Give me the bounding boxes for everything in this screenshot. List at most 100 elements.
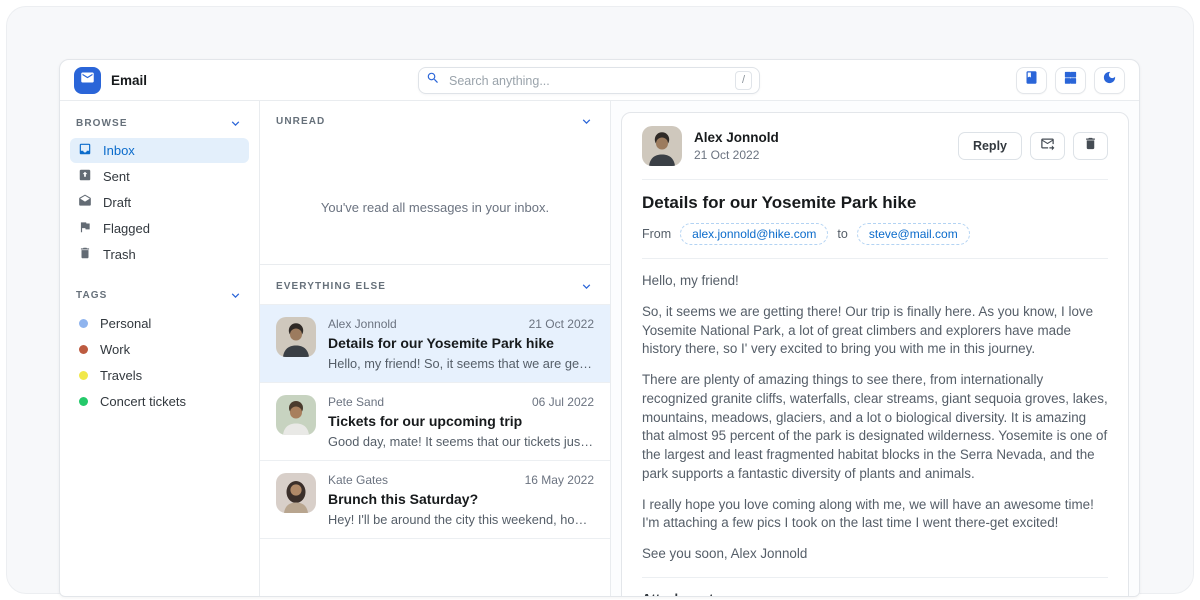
tags-section: TAGS Personal Work Travels bbox=[70, 283, 249, 414]
mail-list-item-pete[interactable]: Pete Sand 06 Jul 2022 Tickets for our up… bbox=[260, 383, 610, 461]
email-app-window: Email / bbox=[59, 59, 1140, 597]
tag-dot bbox=[79, 397, 88, 406]
mail-list-column: UNREAD You've read all messages in your … bbox=[260, 101, 611, 596]
book-button[interactable] bbox=[1016, 67, 1047, 94]
sidebar-item-flagged[interactable]: Flagged bbox=[70, 216, 249, 241]
mail-item-preview: Hello, my friend! So, it seems that we a… bbox=[328, 356, 594, 371]
tag-dot bbox=[79, 371, 88, 380]
email-app-logo bbox=[74, 67, 101, 94]
everything-else-header: EVERYTHING ELSE bbox=[260, 265, 610, 304]
email-paragraph: See you soon, Alex Jonnold bbox=[642, 545, 1108, 564]
everything-else-label: EVERYTHING ELSE bbox=[276, 281, 386, 292]
chevron-down-icon[interactable] bbox=[228, 116, 243, 131]
email-view-pane: Alex Jonnold 21 Oct 2022 Reply bbox=[611, 101, 1139, 596]
inbox-icon bbox=[78, 142, 92, 159]
mail-item-preview: Hey! I'll be around the city this weeken… bbox=[328, 512, 594, 527]
sender-name: Alex Jonnold bbox=[694, 130, 779, 145]
sidebar-item-inbox[interactable]: Inbox bbox=[70, 138, 249, 163]
avatar bbox=[642, 126, 682, 166]
sidebar-item-label: Sent bbox=[103, 169, 130, 184]
sidebar-item-draft[interactable]: Draft bbox=[70, 190, 249, 215]
dark-mode-toggle[interactable] bbox=[1094, 67, 1125, 94]
tag-item-work[interactable]: Work bbox=[70, 336, 249, 362]
divider bbox=[642, 577, 1108, 578]
apps-grid-icon bbox=[1063, 70, 1078, 90]
sidebar: BROWSE Inbox Sent bbox=[60, 101, 260, 596]
avatar bbox=[276, 395, 316, 435]
tag-item-travels[interactable]: Travels bbox=[70, 362, 249, 388]
unread-section: UNREAD You've read all messages in your … bbox=[260, 101, 610, 265]
dark-mode-icon bbox=[1102, 70, 1117, 90]
to-address-chip[interactable]: steve@mail.com bbox=[857, 223, 970, 245]
email-paragraph: I really hope you love coming along with… bbox=[642, 496, 1108, 534]
email-header: Alex Jonnold 21 Oct 2022 Reply bbox=[642, 126, 1108, 166]
mail-item-date: 16 May 2022 bbox=[525, 473, 594, 487]
sidebar-item-trash[interactable]: Trash bbox=[70, 242, 249, 267]
unread-section-header: UNREAD bbox=[260, 101, 610, 137]
mail-list-item-alex[interactable]: Alex Jonnold 21 Oct 2022 Details for our… bbox=[260, 304, 610, 383]
apps-grid-button[interactable] bbox=[1055, 67, 1086, 94]
tag-item-concert-tickets[interactable]: Concert tickets bbox=[70, 388, 249, 414]
email-subject: Details for our Yosemite Park hike bbox=[642, 193, 1108, 213]
from-address-chip[interactable]: alex.jonnold@hike.com bbox=[680, 223, 828, 245]
mail-item-preview: Good day, mate! It seems that our ticket… bbox=[328, 434, 594, 449]
divider bbox=[642, 258, 1108, 259]
top-actions bbox=[1016, 67, 1125, 94]
mail-item-title: Brunch this Saturday? bbox=[328, 491, 594, 507]
email-body: Hello, my friend! So, it seems we are ge… bbox=[642, 272, 1108, 564]
tag-label: Travels bbox=[100, 368, 142, 383]
delete-email-button[interactable] bbox=[1073, 132, 1108, 160]
mail-item-date: 21 Oct 2022 bbox=[529, 317, 594, 331]
tag-dot bbox=[79, 319, 88, 328]
sidebar-item-sent[interactable]: Sent bbox=[70, 164, 249, 189]
mail-item-sender: Alex Jonnold bbox=[328, 317, 397, 331]
mail-item-date: 06 Jul 2022 bbox=[532, 395, 594, 409]
chevron-down-icon[interactable] bbox=[579, 114, 594, 129]
reply-button[interactable]: Reply bbox=[958, 132, 1022, 160]
tag-item-personal[interactable]: Personal bbox=[70, 310, 249, 336]
book-icon bbox=[1024, 70, 1039, 90]
app-title: Email bbox=[111, 73, 147, 88]
search-bar[interactable]: / bbox=[418, 67, 760, 94]
mail-item-body: Alex Jonnold 21 Oct 2022 Details for our… bbox=[328, 317, 594, 371]
unread-empty-message: You've read all messages in your inbox. bbox=[260, 137, 610, 264]
envelope-icon bbox=[80, 70, 95, 90]
email-date: 21 Oct 2022 bbox=[694, 148, 779, 162]
unread-label: UNREAD bbox=[276, 116, 325, 127]
sidebar-item-label: Inbox bbox=[103, 143, 135, 158]
tags-label: TAGS bbox=[76, 290, 107, 301]
tag-label: Work bbox=[100, 342, 130, 357]
browse-label: BROWSE bbox=[76, 118, 128, 129]
mail-item-sender: Kate Gates bbox=[328, 473, 388, 487]
mail-item-body: Kate Gates 16 May 2022 Brunch this Satur… bbox=[328, 473, 594, 527]
search-icon bbox=[426, 71, 447, 90]
send-icon bbox=[78, 168, 92, 185]
divider bbox=[642, 179, 1108, 180]
flag-icon bbox=[78, 220, 92, 237]
avatar bbox=[276, 317, 316, 357]
email-actions: Reply bbox=[958, 132, 1108, 160]
chevron-down-icon[interactable] bbox=[228, 288, 243, 303]
sidebar-item-label: Flagged bbox=[103, 221, 150, 236]
search-shortcut-key: / bbox=[735, 71, 752, 90]
search-input[interactable] bbox=[447, 73, 735, 89]
browse-section-header: BROWSE bbox=[70, 111, 249, 138]
sidebar-item-label: Draft bbox=[103, 195, 131, 210]
mail-item-title: Details for our Yosemite Park hike bbox=[328, 335, 594, 351]
tag-dot bbox=[79, 345, 88, 354]
trash-icon bbox=[1083, 136, 1098, 156]
mail-item-body: Pete Sand 06 Jul 2022 Tickets for our up… bbox=[328, 395, 594, 449]
sender-block: Alex Jonnold 21 Oct 2022 bbox=[694, 130, 779, 162]
top-bar: Email / bbox=[60, 60, 1139, 101]
from-label: From bbox=[642, 227, 671, 241]
chevron-down-icon[interactable] bbox=[579, 279, 594, 294]
email-paragraph: So, it seems we are getting there! Our t… bbox=[642, 303, 1108, 359]
mail-list-item-kate[interactable]: Kate Gates 16 May 2022 Brunch this Satur… bbox=[260, 461, 610, 539]
sidebar-item-label: Trash bbox=[103, 247, 136, 262]
forward-to-inbox-icon bbox=[1040, 136, 1055, 156]
app-body: BROWSE Inbox Sent bbox=[60, 101, 1139, 596]
attachments-label: Attachments bbox=[642, 591, 1108, 597]
email-paragraph: Hello, my friend! bbox=[642, 272, 1108, 291]
tag-label: Concert tickets bbox=[100, 394, 186, 409]
forward-to-inbox-button[interactable] bbox=[1030, 132, 1065, 160]
